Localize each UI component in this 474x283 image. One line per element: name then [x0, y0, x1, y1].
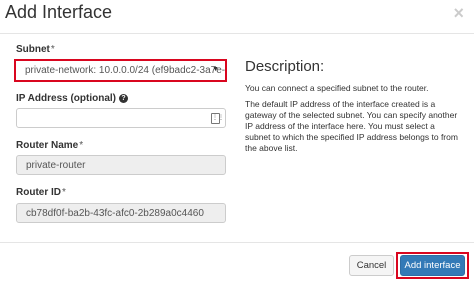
ip-address-input[interactable]: ⋮⋮	[16, 108, 226, 128]
ip-address-label: IP Address (optional)?	[16, 93, 129, 104]
modal-footer-divider	[0, 242, 474, 243]
description-paragraph-1: You can connect a specified subnet to th…	[245, 83, 429, 93]
router-id-label-text: Router ID	[16, 187, 61, 198]
keypad-icon[interactable]: ⋮⋮	[211, 113, 224, 124]
add-interface-modal: Add Interface × Subnet* private-network:…	[0, 0, 474, 283]
required-mark: *	[50, 44, 55, 55]
subnet-label-text: Subnet	[16, 44, 50, 55]
router-name-field: private-router	[16, 155, 226, 175]
router-name-label: Router Name*	[16, 140, 83, 151]
subnet-selected-value: private-network: 10.0.0.0/24 (ef9badc2-3…	[25, 65, 226, 76]
subnet-select[interactable]: private-network: 10.0.0.0/24 (ef9badc2-3…	[14, 59, 227, 82]
subnet-label: Subnet*	[16, 44, 55, 55]
required-mark: *	[62, 187, 66, 198]
description-title: Description:	[245, 58, 325, 75]
caret-down-icon: ▼	[212, 66, 219, 73]
required-mark: *	[79, 140, 84, 151]
router-name-value: private-router	[26, 160, 86, 171]
question-circle-icon[interactable]: ?	[119, 93, 129, 103]
modal-header: Add Interface ×	[0, 0, 474, 34]
ip-address-label-text: IP Address (optional)	[16, 93, 117, 104]
close-icon[interactable]: ×	[453, 4, 464, 22]
router-id-label: Router ID*	[16, 187, 66, 198]
router-id-field: cb78df0f-ba2b-43fc-afc0-2b289a0c4460	[16, 203, 226, 223]
add-interface-button[interactable]: Add interface	[400, 255, 465, 276]
modal-title: Add Interface	[5, 2, 113, 22]
description-paragraph-2: The default IP address of the interface …	[245, 99, 458, 153]
router-id-value: cb78df0f-ba2b-43fc-afc0-2b289a0c4460	[26, 208, 204, 219]
router-name-label-text: Router Name	[16, 140, 79, 151]
cancel-button[interactable]: Cancel	[349, 255, 394, 276]
